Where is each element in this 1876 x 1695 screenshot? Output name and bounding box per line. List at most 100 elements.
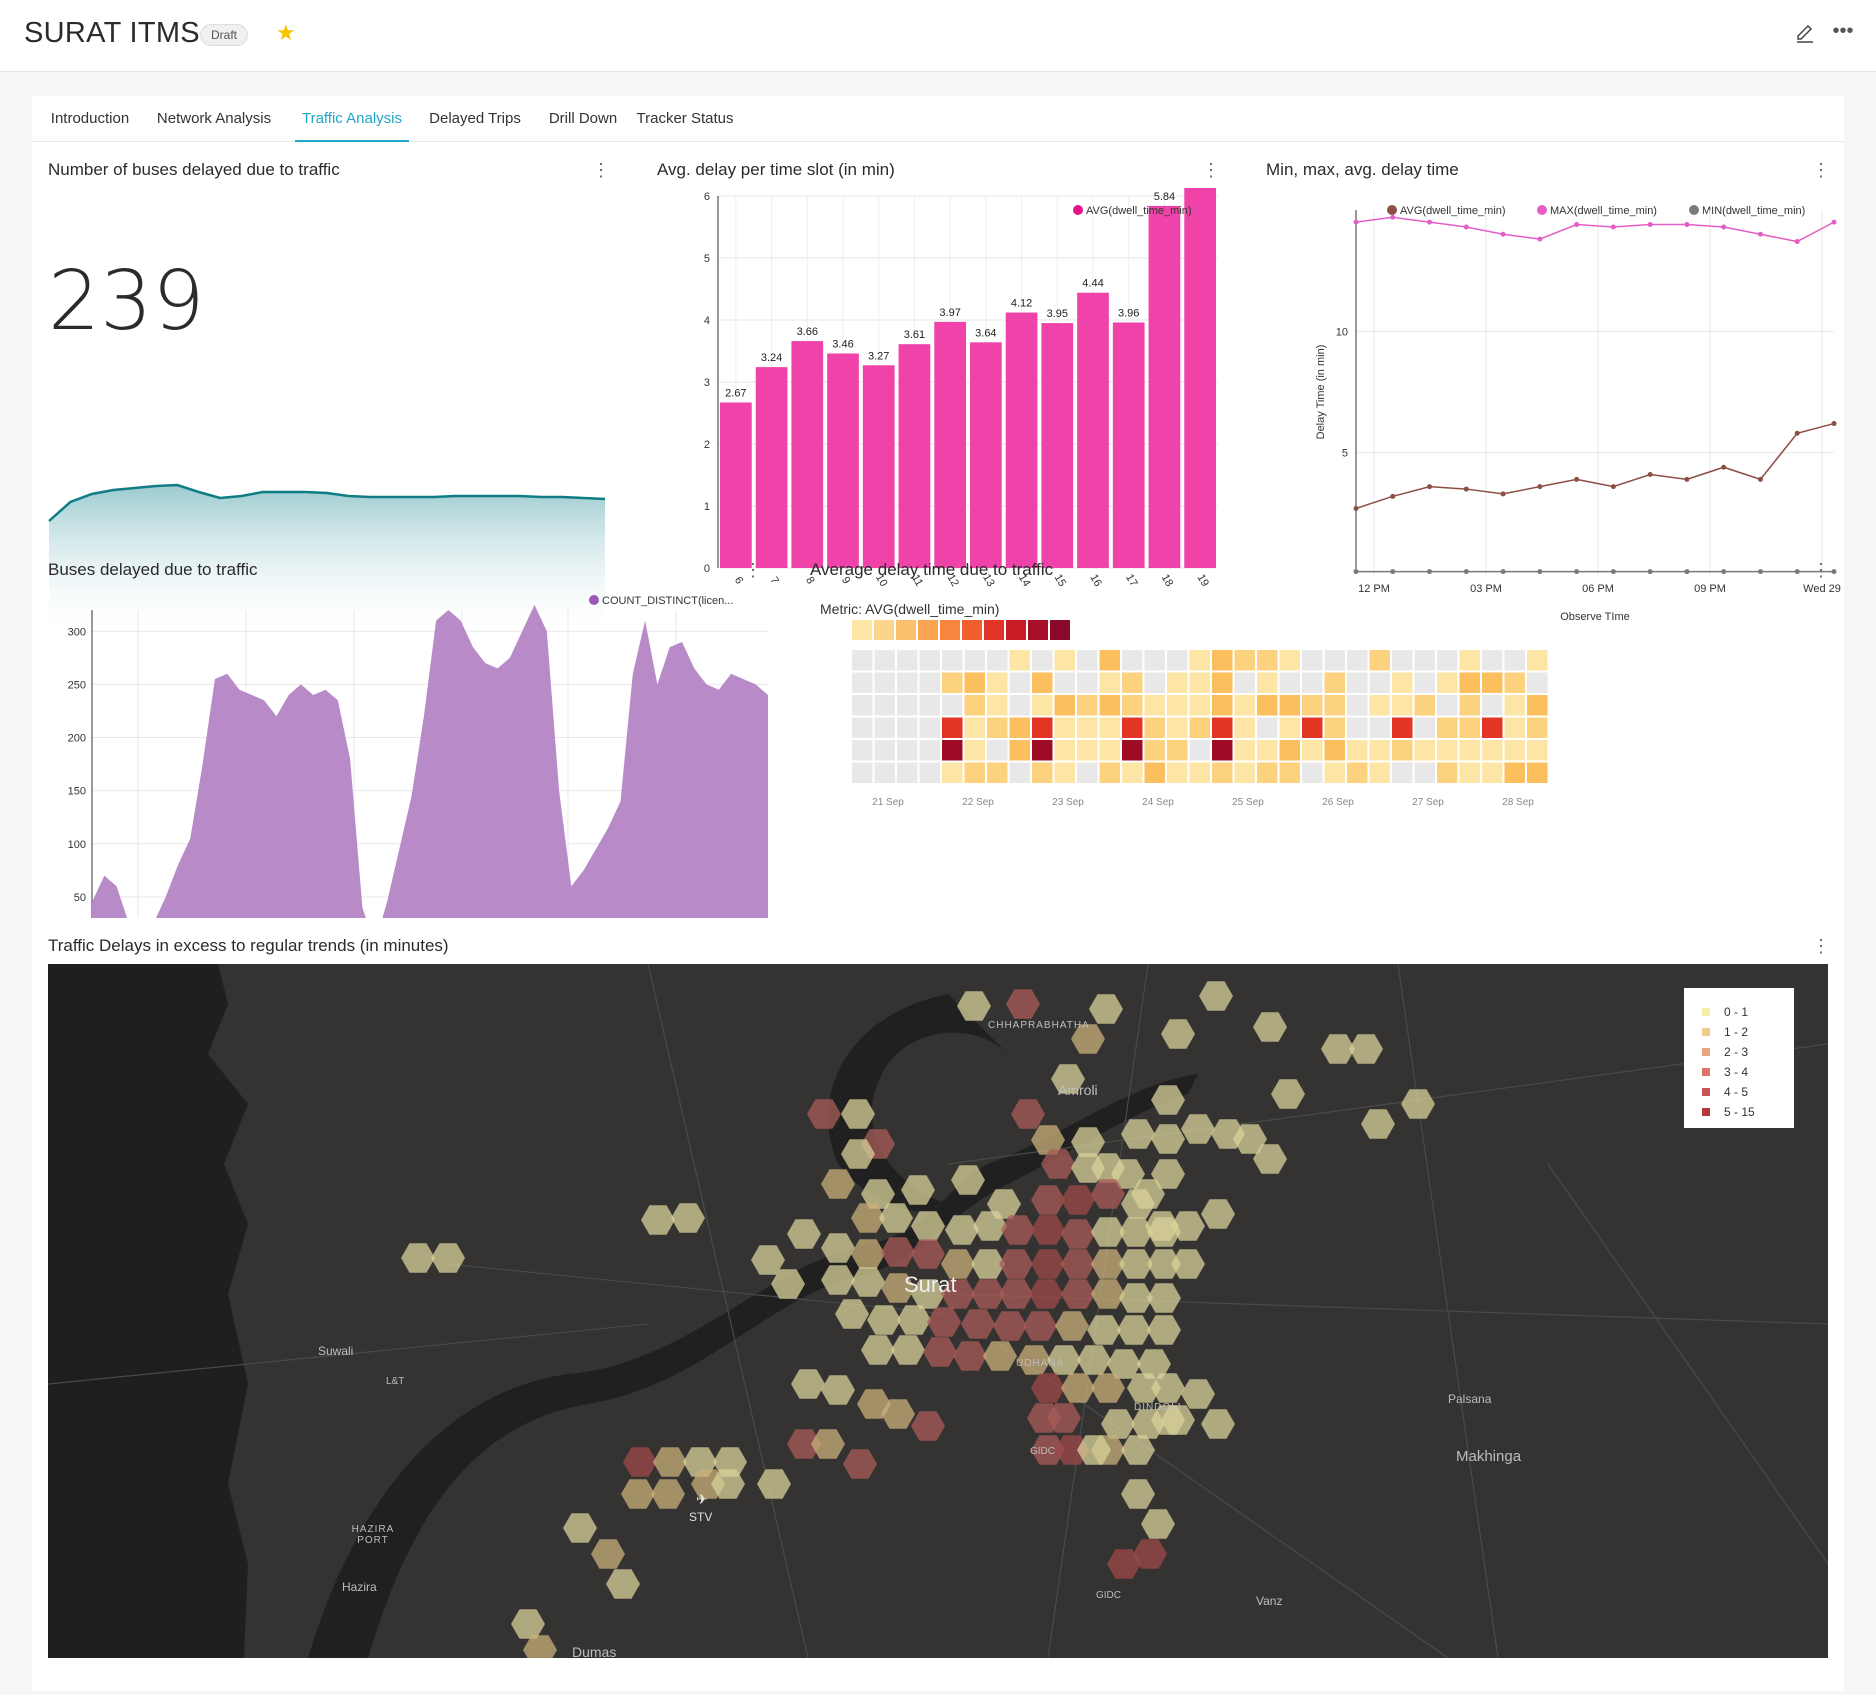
hex-bin	[1055, 1311, 1089, 1341]
hex-bin	[1147, 1315, 1181, 1345]
heatmap-cell	[1369, 762, 1390, 783]
heatmap-cell	[1077, 672, 1098, 693]
hex-bin	[1061, 1185, 1095, 1215]
heatmap-cell	[1369, 672, 1390, 693]
map-label-hazira-port: HAZIRA PORT	[351, 1524, 395, 1546]
heatmap-cell	[852, 717, 873, 738]
hex-bin	[1121, 1435, 1155, 1465]
data-point	[1390, 569, 1396, 575]
tab-drill-down[interactable]: Drill Down	[540, 96, 626, 142]
y-tick-label: 3	[704, 377, 710, 389]
heatmap-cell	[987, 717, 1008, 738]
heatmap-cell	[874, 762, 895, 783]
heatmap-cell	[942, 717, 963, 738]
heatmap-cell	[919, 717, 940, 738]
y-tick-label: 4	[704, 315, 710, 327]
card-menu-icon[interactable]: ⋮	[1812, 158, 1830, 182]
road	[647, 964, 809, 1658]
heatmap-cell	[1122, 762, 1143, 783]
heatmap-cell	[1234, 717, 1255, 738]
road	[1397, 964, 1499, 1658]
heatmap-cell	[942, 695, 963, 716]
hexbin-map[interactable]: ✈ Surat Suwali L&T Amroli CHHAPRABHATHA …	[48, 964, 1828, 1658]
heatmap-cell	[1324, 740, 1345, 761]
heatmap-cell	[1077, 717, 1098, 738]
data-point	[1794, 569, 1800, 575]
card-menu-icon[interactable]: ⋮	[592, 158, 610, 182]
map-label-dindoli: DINDOLI	[1134, 1402, 1182, 1413]
legend-item: 3 - 4	[1702, 1062, 1794, 1082]
hex-bin	[1171, 1249, 1205, 1279]
hex-bin	[1361, 1109, 1395, 1139]
card-menu-icon[interactable]: ⋮	[1812, 934, 1830, 958]
map-label-makhinga: Makhinga	[1456, 1448, 1522, 1465]
tab-introduction[interactable]: Introduction	[44, 96, 136, 142]
heatmap-cell	[1302, 717, 1323, 738]
heatmap-cell	[1414, 695, 1435, 716]
card-menu-icon[interactable]: ⋮	[1202, 158, 1220, 182]
legend-marker	[1689, 205, 1699, 215]
heatmap-cell	[1459, 740, 1480, 761]
heatmap-cell	[942, 650, 963, 671]
heatmap-chart: 21 Sep 22 Sep 23 Sep 24 Sep 25 Sep 26 Sep 27 S…	[852, 620, 1548, 808]
hex-bin	[1181, 1379, 1215, 1409]
hex-bin	[1087, 1315, 1121, 1345]
y-tick-label: 100	[68, 839, 86, 851]
heatmap-cell	[919, 740, 940, 761]
hex-bin	[911, 1411, 945, 1441]
heatmap-cell	[1527, 762, 1548, 783]
hex-bin	[591, 1539, 625, 1569]
data-point	[1537, 236, 1543, 242]
data-point	[1610, 484, 1616, 490]
legend-label: 0 - 1	[1724, 1005, 1749, 1019]
hex-bin	[1401, 1089, 1435, 1119]
heatmap-cell	[1212, 740, 1233, 761]
map-label-hazira: Hazira	[342, 1580, 377, 1594]
map-label-amroli: Amroli	[1058, 1082, 1098, 1098]
heatmap-cell	[919, 762, 940, 783]
heatmap-cell	[1347, 672, 1368, 693]
legend-item: 4 - 5	[1702, 1082, 1794, 1102]
edit-icon[interactable]	[1794, 22, 1816, 44]
x-tick-label: 23 Sep	[1052, 797, 1084, 808]
card-menu-icon[interactable]: ⋮	[744, 558, 762, 582]
tab-delayed-trips[interactable]: Delayed Trips	[422, 96, 528, 142]
hex-bin	[1121, 1479, 1155, 1509]
heatmap-cell	[1144, 650, 1165, 671]
more-icon[interactable]: •••	[1830, 20, 1856, 46]
bar-chart: 01234562.6763.2473.6683.4693.27103.61113…	[704, 188, 1218, 589]
hex-bin	[891, 1335, 925, 1365]
bar-value-label: 4.12	[1011, 298, 1032, 310]
bar	[970, 342, 1002, 568]
hex-bin	[821, 1375, 855, 1405]
tab-network-analysis[interactable]: Network Analysis	[150, 96, 278, 142]
heatmap-cell	[1437, 762, 1458, 783]
heatmap-cell	[1212, 672, 1233, 693]
heatmap-cell	[1122, 650, 1143, 671]
hex-bin	[1201, 1199, 1235, 1229]
legend-marker	[1537, 205, 1547, 215]
hex-bin	[1077, 1345, 1111, 1375]
star-icon[interactable]: ★	[276, 22, 298, 44]
heatmap-cell	[1302, 695, 1323, 716]
data-point	[1831, 569, 1837, 575]
tab-traffic-analysis[interactable]: Traffic Analysis	[295, 96, 409, 142]
hex-bin	[1006, 989, 1040, 1019]
bar	[720, 402, 752, 568]
legend-label: 2 - 3	[1724, 1045, 1749, 1059]
heatmap-cell	[1347, 717, 1368, 738]
bar	[791, 341, 824, 568]
heatmap-cell	[1257, 762, 1278, 783]
tab-tracker-status[interactable]: Tracker Status	[630, 96, 740, 142]
heatmap-cell	[1257, 717, 1278, 738]
legend-label: 3 - 4	[1724, 1065, 1749, 1079]
data-point	[1574, 569, 1580, 575]
card-menu-icon[interactable]: ⋮	[1812, 558, 1830, 582]
y-tick-label: 300	[68, 626, 86, 638]
heatmap-cell	[1369, 650, 1390, 671]
y-tick-label: 2	[704, 439, 710, 451]
heatmap-cell	[1212, 762, 1233, 783]
legend-label: AVG(dwell_time_min)	[1400, 205, 1506, 217]
data-point	[1831, 219, 1837, 225]
heatmap-cell	[874, 740, 895, 761]
